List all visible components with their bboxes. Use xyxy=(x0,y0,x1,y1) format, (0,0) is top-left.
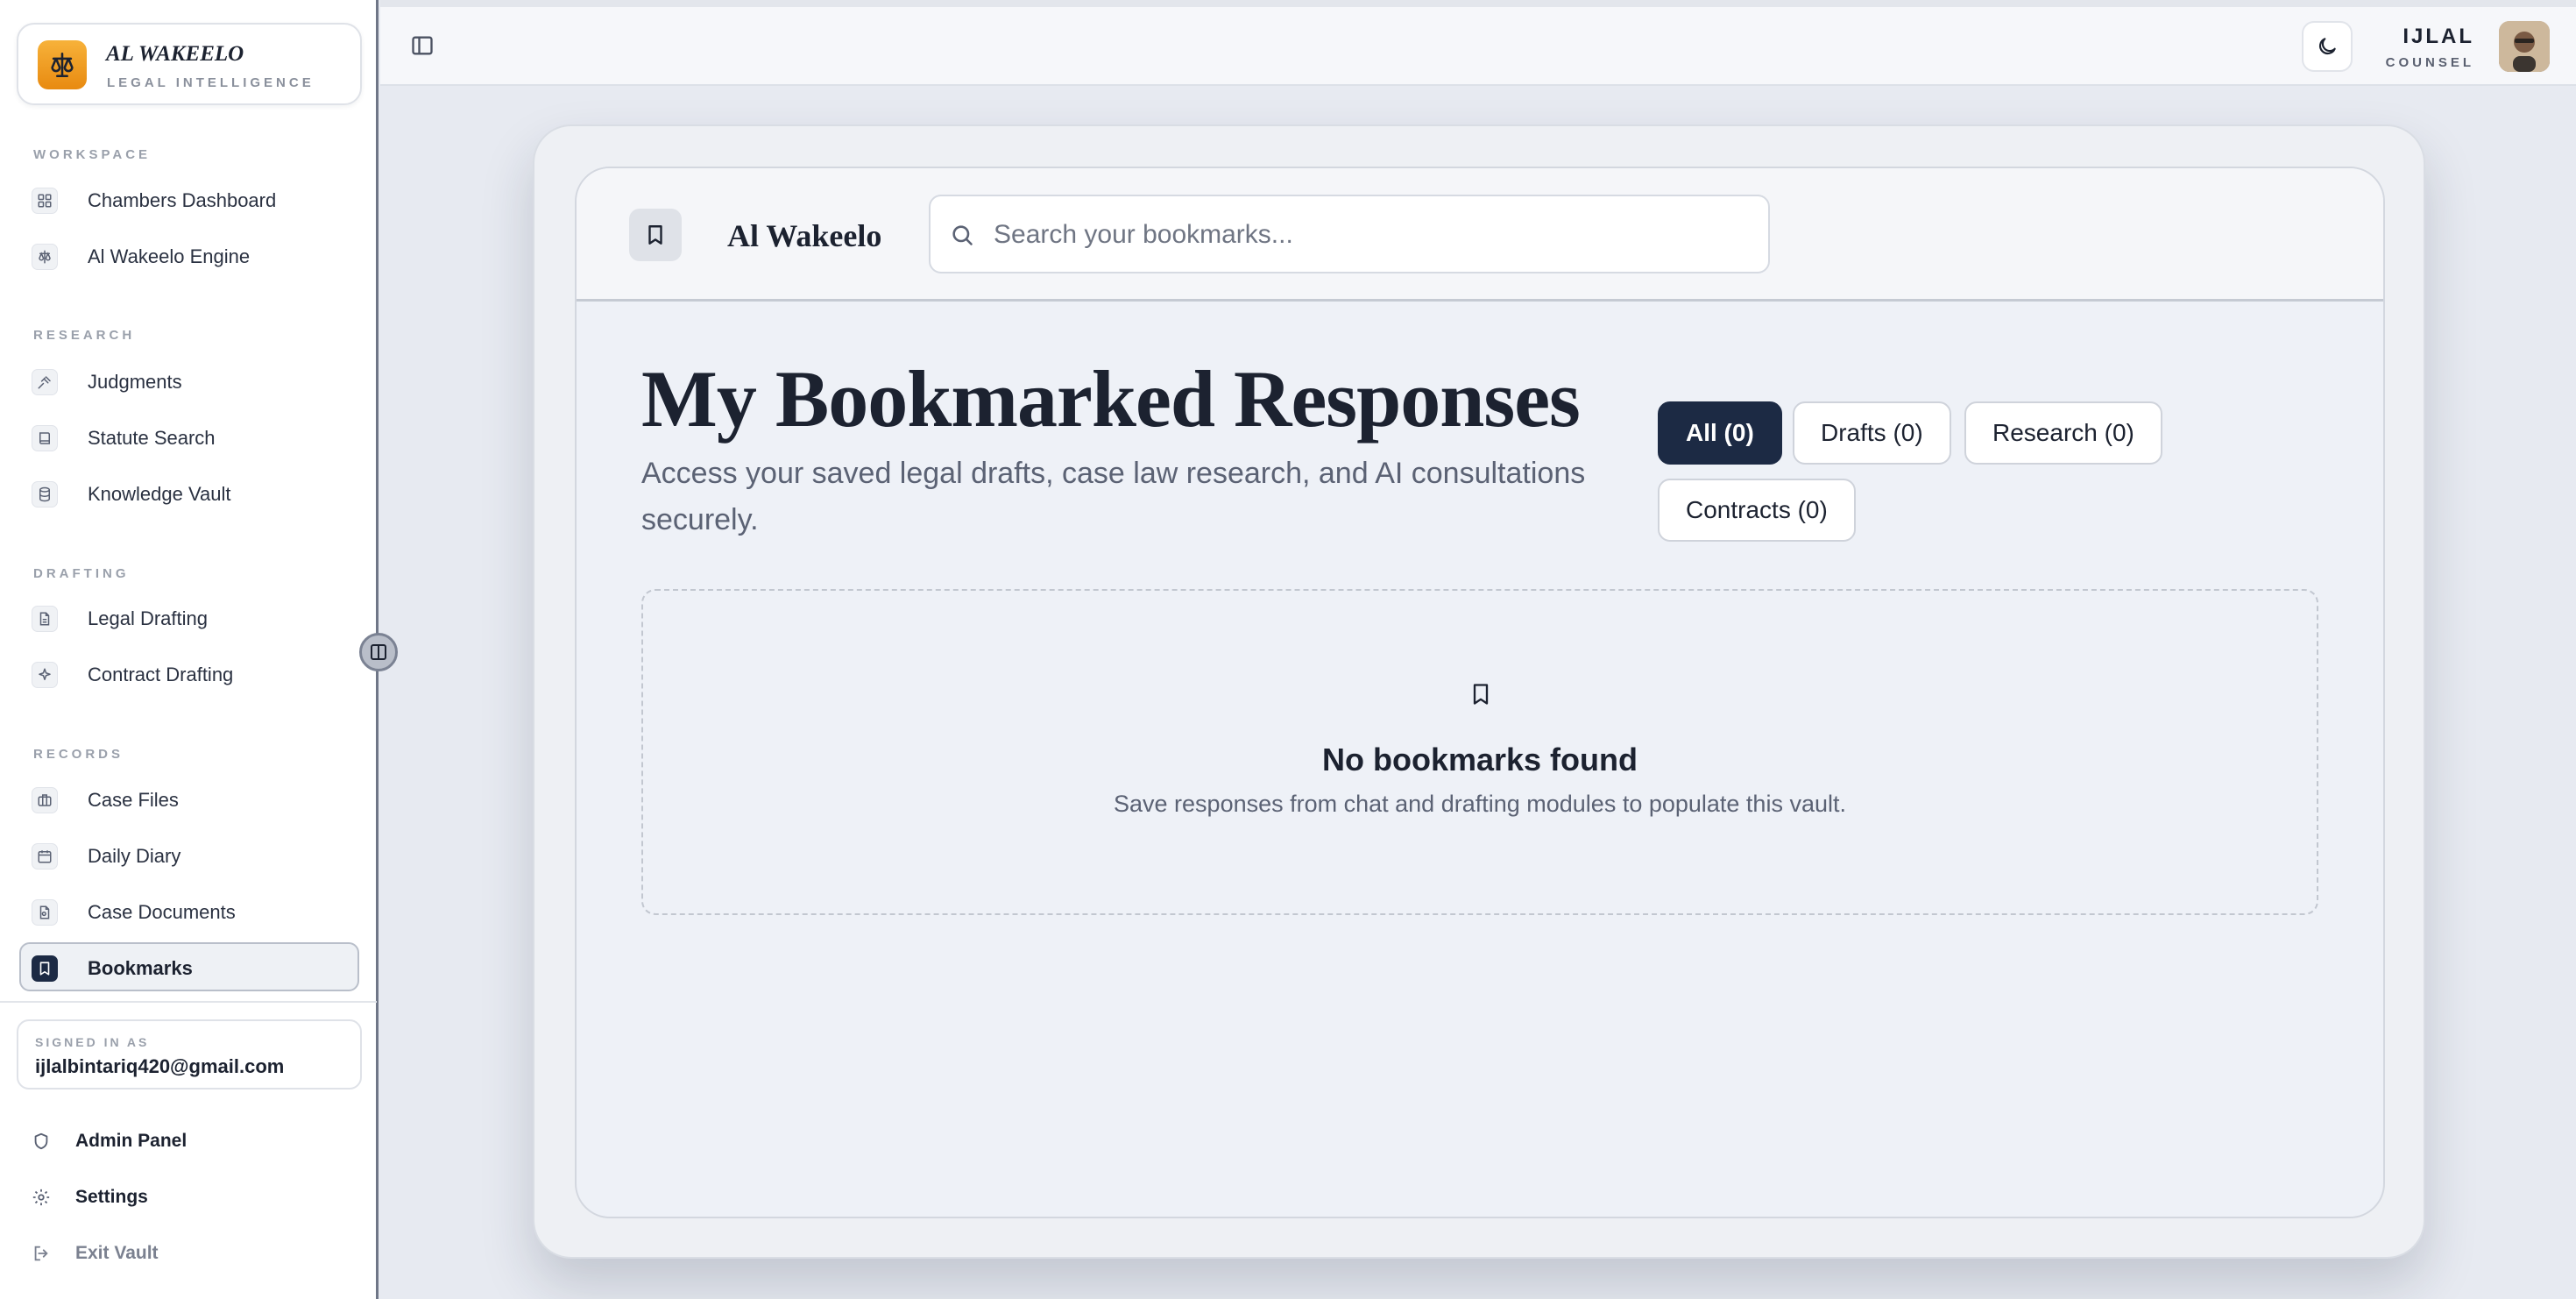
signed-in-email: ijlalbintariq420@gmail.com xyxy=(35,1055,285,1077)
calendar-icon xyxy=(32,843,58,870)
empty-state-subtitle: Save responses from chat and drafting mo… xyxy=(1114,791,1846,817)
sidebar-resize-handle[interactable] xyxy=(359,633,398,671)
sidebar-item-al-wakeelo-engine[interactable]: Al Wakeelo Engine xyxy=(19,231,359,280)
section-label-research: RESEARCH xyxy=(33,328,136,343)
shield-icon xyxy=(34,1132,48,1150)
app: AL WAKEELO LEGAL INTELLIGENCE WORKSPACE … xyxy=(0,0,2576,1299)
sidebar-item-label: Knowledge Vault xyxy=(88,483,231,505)
sidebar-item-label: Legal Drafting xyxy=(88,607,208,629)
theme-toggle-button[interactable] xyxy=(2302,21,2353,72)
bookmarks-card-shell: Al Wakeelo My Bookmarked Responses Acces… xyxy=(533,124,2425,1259)
sparkles-icon xyxy=(32,662,58,688)
bookmark-button[interactable] xyxy=(629,209,682,261)
gear-icon xyxy=(32,1189,50,1206)
scale-icon xyxy=(32,244,58,270)
sidebar-item-label: Al Wakeelo Engine xyxy=(88,245,251,267)
filter-research-button[interactable]: Research (0) xyxy=(1964,401,2162,465)
signed-in-card: SIGNED IN AS ijlalbintariq420@gmail.com xyxy=(17,1019,362,1090)
gavel-icon xyxy=(32,369,58,395)
sidebar-item-judgments[interactable]: Judgments xyxy=(19,356,359,405)
header-title: Al Wakeelo xyxy=(727,218,882,253)
filter-all-button[interactable]: All (0) xyxy=(1658,401,1782,465)
sidebar-item-knowledge-vault[interactable]: Knowledge Vault xyxy=(19,468,359,517)
sidebar-item-daily-diary[interactable]: Daily Diary xyxy=(19,830,359,879)
search-input[interactable] xyxy=(994,212,1747,258)
sidebar-item-case-documents[interactable]: Case Documents xyxy=(19,886,359,935)
filter-drafts-button[interactable]: Drafts (0) xyxy=(1793,401,1951,465)
signed-in-label: SIGNED IN AS xyxy=(35,1035,150,1049)
page-description: Access your saved legal drafts, case law… xyxy=(641,457,1586,536)
sidebar: AL WAKEELO LEGAL INTELLIGENCE WORKSPACE … xyxy=(0,0,379,1299)
admin-panel-link[interactable]: Admin Panel xyxy=(32,1126,347,1158)
page-title: My Bookmarked Responses xyxy=(641,354,1581,444)
top-bar: IJLAL COUNSEL xyxy=(380,0,2576,86)
settings-link[interactable]: Settings xyxy=(32,1182,347,1214)
sidebar-item-label: Daily Diary xyxy=(88,845,181,867)
grid-icon xyxy=(32,188,58,214)
scale-logo-icon xyxy=(38,40,87,89)
empty-state: No bookmarks found Save responses from c… xyxy=(641,589,2318,915)
admin-panel-label: Admin Panel xyxy=(75,1131,188,1151)
sidebar-item-label: Statute Search xyxy=(88,427,216,449)
briefcase-icon xyxy=(32,787,58,813)
columns-icon xyxy=(371,644,386,660)
brand-subtitle: LEGAL INTELLIGENCE xyxy=(107,75,315,90)
bookmark-icon xyxy=(648,225,662,245)
sidebar-item-contract-drafting[interactable]: Contract Drafting xyxy=(19,649,359,698)
search-icon xyxy=(952,225,973,245)
exit-vault-label: Exit Vault xyxy=(75,1243,159,1263)
exit-vault-link[interactable]: Exit Vault xyxy=(32,1239,347,1270)
section-label-drafting: DRAFTING xyxy=(33,566,130,581)
sidebar-item-label: Chambers Dashboard xyxy=(88,189,277,211)
sidebar-item-label: Bookmarks xyxy=(88,957,193,979)
sidebar-item-label: Case Documents xyxy=(88,901,236,923)
bookmark-icon xyxy=(1473,684,1489,705)
database-icon xyxy=(32,481,58,508)
user-role: COUNSEL xyxy=(2385,55,2474,70)
section-label-workspace: WORKSPACE xyxy=(33,147,152,162)
card-header: Al Wakeelo xyxy=(577,168,2383,302)
bookmark-icon xyxy=(32,955,58,982)
avatar[interactable] xyxy=(2499,21,2550,72)
avatar-portrait-icon xyxy=(2499,21,2550,72)
brand-card[interactable]: AL WAKEELO LEGAL INTELLIGENCE xyxy=(17,23,362,105)
file-search-icon xyxy=(32,899,58,926)
section-label-records: RECORDS xyxy=(33,747,124,762)
empty-state-title: No bookmarks found xyxy=(1321,742,1638,777)
book-icon xyxy=(32,425,58,451)
sidebar-toggle-icon[interactable] xyxy=(410,33,435,58)
moon-icon xyxy=(2318,38,2336,55)
bookmarks-card: Al Wakeelo My Bookmarked Responses Acces… xyxy=(575,167,2385,1218)
sidebar-item-chambers-dashboard[interactable]: Chambers Dashboard xyxy=(19,174,359,224)
sidebar-item-label: Contract Drafting xyxy=(88,664,234,685)
sidebar-item-label: Case Files xyxy=(88,789,179,811)
search-box[interactable] xyxy=(929,195,1770,273)
filter-contracts-button[interactable]: Contracts (0) xyxy=(1658,479,1856,542)
file-text-icon xyxy=(32,606,58,632)
sidebar-item-legal-drafting[interactable]: Legal Drafting xyxy=(19,593,359,642)
sidebar-divider xyxy=(0,1001,377,1003)
settings-label: Settings xyxy=(75,1187,148,1207)
logout-icon xyxy=(34,1246,48,1261)
sidebar-item-statute-search[interactable]: Statute Search xyxy=(19,412,359,461)
brand-name: AL WAKEELO xyxy=(106,42,244,66)
sidebar-item-label: Judgments xyxy=(88,371,182,393)
sidebar-item-bookmarks[interactable]: Bookmarks xyxy=(19,942,359,991)
sidebar-item-case-files[interactable]: Case Files xyxy=(19,774,359,823)
user-name: IJLAL xyxy=(2403,25,2474,48)
